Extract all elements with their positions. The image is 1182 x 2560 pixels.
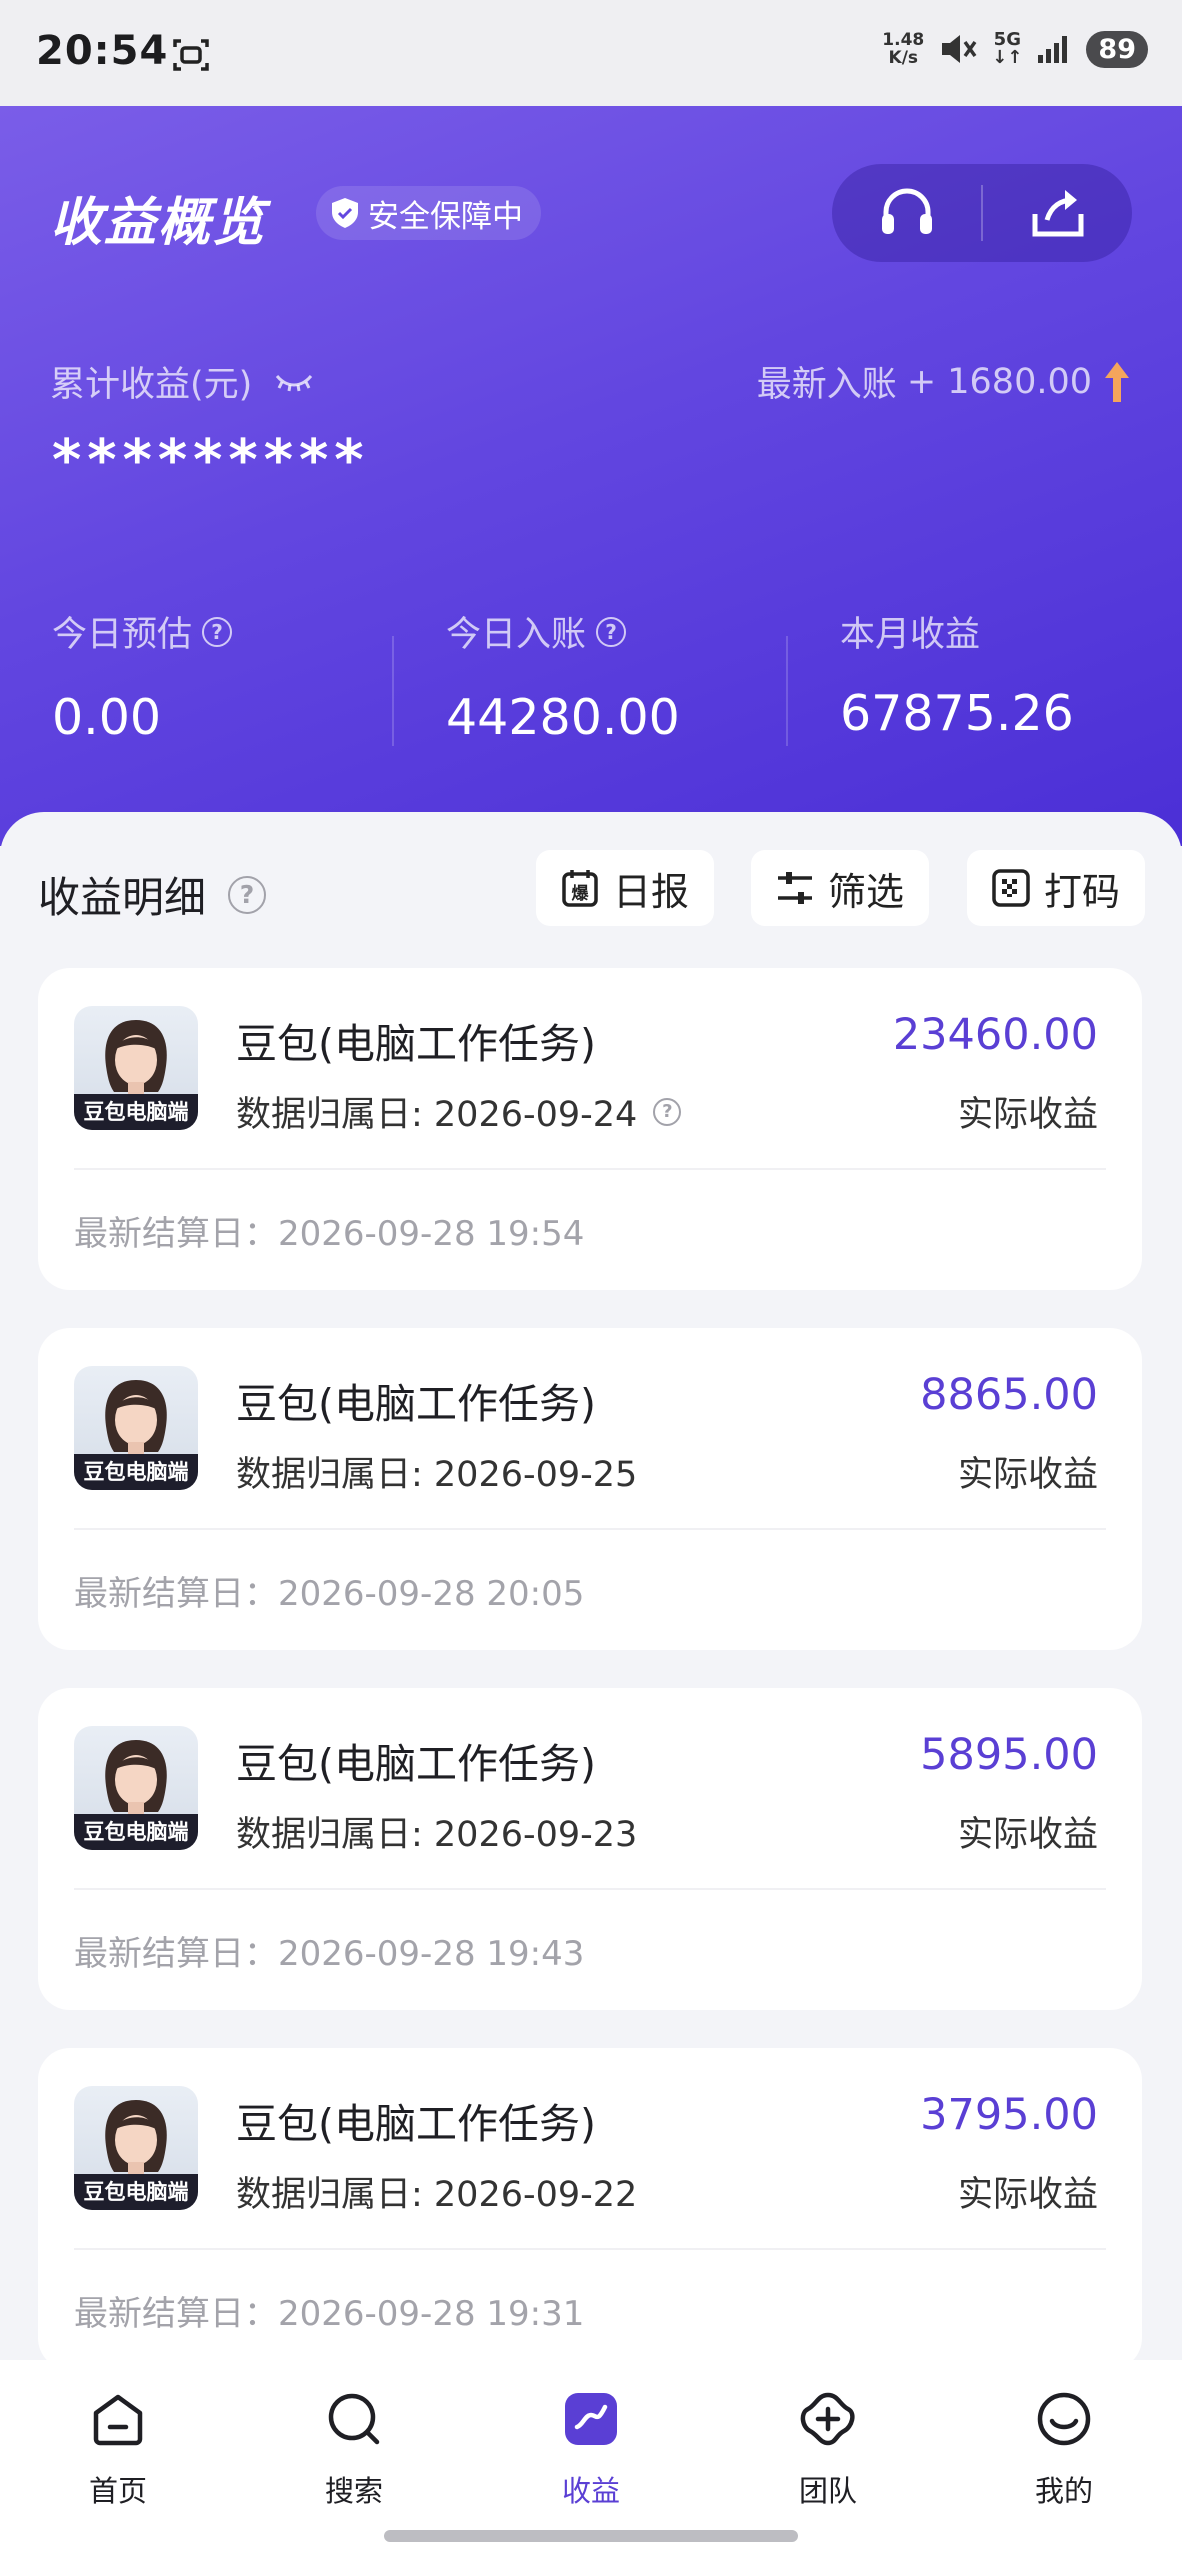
detail-title: 收益明细 ?	[38, 864, 267, 925]
code-button[interactable]: 打码	[967, 850, 1145, 926]
record-amount-label: 实际收益	[957, 1815, 1098, 1855]
record-name: 豆包(电脑工作任务)	[236, 2100, 596, 2148]
latest-credit-label: 最新入账	[756, 365, 897, 405]
security-badge[interactable]: 安全保障中	[316, 186, 541, 240]
calendar-icon: 爆	[562, 870, 598, 907]
filter-icon	[777, 872, 812, 904]
help-icon[interactable]: ?	[596, 616, 627, 647]
record-amount: 8865.00	[920, 1370, 1098, 1420]
record-settle-time: 最新结算日：2026-09-28 19:31	[74, 2294, 585, 2334]
shield-check-icon	[332, 198, 358, 228]
status-bar: 20:54 1.48 K/s 5G ↓↑ 89	[0, 0, 1182, 106]
nav-search[interactable]: 搜索	[274, 2388, 434, 2510]
avatar-badge: 豆包电脑端	[74, 1454, 198, 1490]
stat-month-earnings: 本月收益 67875.26	[840, 615, 1074, 742]
avatar-badge: 豆包电脑端	[74, 1094, 198, 1130]
record-date: 数据归属日: 2026-09-23	[236, 1815, 638, 1855]
earnings-detail-panel: 收益明细 ? 爆 日报 筛选 打码 豆包电脑端 豆包(电脑工作任务) 数据归属日…	[0, 812, 1182, 2370]
avatar: 豆包电脑端	[74, 1726, 198, 1850]
cumulative-earnings-value: *********	[52, 428, 370, 493]
mute-icon	[942, 35, 977, 63]
record-amount: 3795.00	[920, 2090, 1098, 2140]
arrow-up-icon	[1105, 361, 1129, 402]
record-name: 豆包(电脑工作任务)	[236, 1740, 596, 1788]
record-amount-label: 实际收益	[957, 1455, 1098, 1495]
help-icon[interactable]: ?	[202, 616, 233, 647]
card-divider	[74, 2248, 1106, 2250]
record-date: 数据归属日: 2026-09-22	[236, 2175, 638, 2215]
record-name: 豆包(电脑工作任务)	[236, 1020, 596, 1068]
earnings-header: 收益概览 安全保障中 累计收益(元) 最新入账 + 1680.00 ******…	[0, 106, 1182, 846]
signal-icon	[1038, 36, 1068, 63]
avatar: 豆包电脑端	[74, 1006, 198, 1130]
earning-record-card[interactable]: 豆包电脑端 豆包(电脑工作任务) 数据归属日: 2026-09-25 8865.…	[38, 1328, 1142, 1650]
earnings-icon	[560, 2388, 622, 2450]
header-actions	[832, 164, 1132, 262]
record-date: 数据归属日: 2026-09-24 ?	[236, 1086, 682, 1137]
avatar-badge: 豆包电脑端	[74, 1814, 198, 1850]
network-type: 5G ↓↑	[992, 29, 1023, 68]
record-amount-label: 实际收益	[957, 1095, 1098, 1135]
nav-team[interactable]: 团队	[748, 2388, 908, 2510]
home-indicator[interactable]	[384, 2530, 798, 2542]
help-icon[interactable]: ?	[653, 1097, 682, 1126]
card-divider	[74, 1528, 1106, 1530]
share-button[interactable]	[983, 164, 1132, 262]
mosaic-icon	[992, 869, 1030, 907]
nav-profile[interactable]: 我的	[984, 2388, 1144, 2510]
avatar: 豆包电脑端	[74, 1366, 198, 1490]
earning-record-card[interactable]: 豆包电脑端 豆包(电脑工作任务) 数据归属日: 2026-09-24 ? 234…	[38, 968, 1142, 1290]
stat-divider	[786, 636, 788, 746]
avatar: 豆包电脑端	[74, 2086, 198, 2210]
team-icon	[797, 2388, 859, 2450]
record-settle-time: 最新结算日：2026-09-28 19:54	[74, 1214, 585, 1254]
network-speed: 1.48 K/s	[882, 30, 925, 68]
status-time: 20:54	[36, 28, 169, 74]
earning-record-card[interactable]: 豆包电脑端 豆包(电脑工作任务) 数据归属日: 2026-09-22 3795.…	[38, 2048, 1142, 2370]
security-badge-label: 安全保障中	[368, 198, 523, 235]
earnings-stats: 今日预估? 0.00 今日入账? 44280.00 本月收益 67875.26	[0, 606, 1182, 746]
home-icon	[87, 2388, 149, 2450]
avatar-badge: 豆包电脑端	[74, 2174, 198, 2210]
card-divider	[74, 1168, 1106, 1170]
eye-closed-icon[interactable]	[274, 372, 314, 392]
customer-service-button[interactable]	[832, 164, 981, 262]
nav-home[interactable]: 首页	[38, 2388, 198, 2510]
stat-divider	[392, 636, 394, 746]
nav-earnings[interactable]: 收益	[511, 2388, 671, 2510]
record-name: 豆包(电脑工作任务)	[236, 1380, 596, 1428]
headset-icon	[881, 188, 932, 234]
filter-button[interactable]: 筛选	[751, 850, 929, 926]
record-amount-label: 实际收益	[957, 2175, 1098, 2215]
svg-text:爆: 爆	[571, 884, 589, 904]
daily-report-button[interactable]: 爆 日报	[536, 850, 714, 926]
latest-credit-value: + 1680.00	[906, 361, 1092, 402]
record-settle-time: 最新结算日：2026-09-28 20:05	[74, 1574, 585, 1614]
search-icon	[323, 2388, 385, 2450]
record-date: 数据归属日: 2026-09-25	[236, 1455, 638, 1495]
stat-today-credited: 今日入账? 44280.00	[446, 615, 680, 746]
profile-icon	[1033, 2388, 1095, 2450]
page-title: 收益概览	[50, 193, 267, 253]
help-icon[interactable]: ?	[228, 875, 267, 914]
earning-record-card[interactable]: 豆包电脑端 豆包(电脑工作任务) 数据归属日: 2026-09-23 5895.…	[38, 1688, 1142, 2010]
record-amount: 5895.00	[920, 1730, 1098, 1780]
card-divider	[74, 1888, 1106, 1890]
record-amount: 23460.00	[892, 1010, 1098, 1060]
stat-today-estimate: 今日预估? 0.00	[52, 606, 382, 746]
share-icon	[1032, 190, 1083, 237]
record-settle-time: 最新结算日：2026-09-28 19:43	[74, 1934, 585, 1974]
latest-credit: 最新入账 + 1680.00	[757, 356, 1132, 407]
screen-record-icon	[173, 39, 209, 71]
battery-indicator: 89	[1086, 30, 1148, 68]
cumulative-earnings-label: 累计收益(元)	[50, 356, 314, 407]
